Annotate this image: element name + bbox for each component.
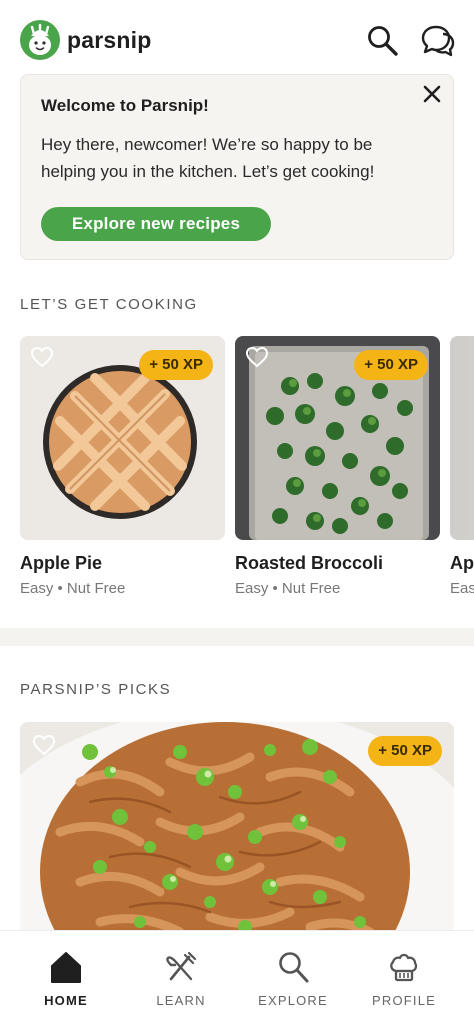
xp-badge: + 50 XP [139, 350, 213, 380]
chef-hat-icon [390, 953, 418, 982]
recipe-meta: Easy • Nut Free [20, 580, 126, 597]
bottom-navigation: HOME LEARN EXPLORE PROFILE [0, 930, 474, 1026]
recipe-name: Apple Pie [20, 553, 103, 573]
recipe-card[interactable]: Ap Eas [450, 336, 474, 597]
close-icon[interactable] [421, 83, 443, 105]
explore-recipes-button[interactable]: Explore new recipes [41, 207, 271, 241]
recipe-image[interactable] [450, 336, 474, 540]
home-icon [51, 952, 81, 983]
welcome-card: Welcome to Parsnip! Hey there, newcomer!… [20, 74, 454, 260]
heart-icon[interactable] [245, 346, 269, 368]
app-header: parsnip [0, 0, 474, 74]
nav-learn[interactable]: LEARN [136, 949, 226, 1008]
nav-label: EXPLORE [258, 993, 328, 1008]
parsnip-logo-icon [20, 20, 60, 60]
xp-badge: + 50 XP [354, 350, 428, 380]
fork-knife-icon [166, 951, 197, 981]
featured-recipe-card[interactable]: + 50 XP [20, 722, 454, 952]
search-icon[interactable] [364, 22, 400, 58]
heart-icon[interactable] [32, 734, 56, 756]
nav-explore[interactable]: EXPLORE [248, 949, 338, 1008]
welcome-title: Welcome to Parsnip! [41, 96, 209, 115]
recipe-meta: Eas [450, 580, 474, 597]
nav-label: HOME [44, 993, 88, 1008]
recipe-image[interactable]: + 50 XP [235, 336, 440, 540]
app-name: parsnip [67, 26, 152, 53]
recipe-image[interactable]: + 50 XP [20, 336, 225, 540]
nav-home[interactable]: HOME [21, 949, 111, 1008]
nav-label: PROFILE [371, 993, 437, 1008]
search-icon [279, 952, 309, 983]
xp-badge: + 50 XP [368, 736, 442, 766]
recipe-card[interactable]: + 50 XP Apple Pie Easy • Nut Free [20, 336, 225, 597]
welcome-message: Hey there, newcomer! We’re so happy to b… [41, 135, 375, 181]
section-title-cooking: LET’S GET COOKING [20, 296, 198, 313]
section-divider [0, 628, 474, 646]
recipe-name: Roasted Broccoli [235, 553, 384, 573]
recipe-meta: Easy • Nut Free [235, 580, 341, 597]
chat-icon[interactable] [420, 22, 456, 58]
parsnip-logo[interactable]: parsnip [20, 20, 151, 60]
recipe-name: Ap [450, 553, 474, 573]
recipe-card[interactable]: + 50 XP Roasted Broccoli Easy • Nut Free [235, 336, 440, 597]
section-title-picks: PARSNIP’S PICKS [20, 681, 172, 698]
nav-profile[interactable]: PROFILE [359, 949, 449, 1008]
nav-label: LEARN [156, 993, 206, 1008]
heart-icon[interactable] [30, 346, 54, 368]
